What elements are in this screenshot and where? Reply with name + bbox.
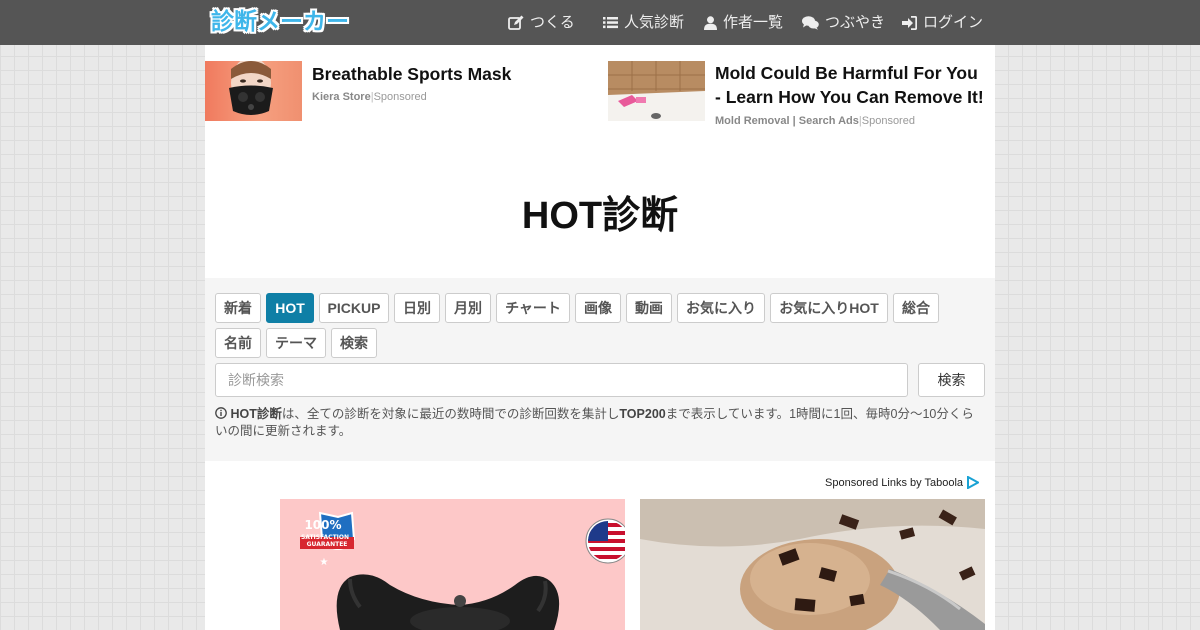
site-logo[interactable]: 診断メーカー [211,6,349,38]
nav-create-label: つくる [530,13,575,31]
nav-tweets[interactable]: つぶやき [802,0,885,45]
tab-search[interactable]: 検索 [331,328,377,358]
promo-icecream-thumbnail[interactable] [640,499,985,630]
tab-theme[interactable]: テーマ [266,328,326,358]
svg-text:★: ★ [320,557,329,568]
nav-login[interactable]: ログイン [902,0,983,45]
ad-source-name: Mold Removal | Search Ads [715,115,859,127]
nav-popular-label: 人気診断 [624,13,685,31]
ad-thumb-mold[interactable] [608,61,705,121]
nav-authors-label: 作者一覧 [723,13,784,31]
tab-hot[interactable]: HOT [266,293,314,323]
main-content: Breathable Sports Mask Kiera Store|Spons… [205,45,995,630]
taboola-icon [967,476,980,489]
ad-source: Mold Removal | Search Ads|Sponsored [715,115,915,127]
ad-source: Kiera Store|Sponsored [312,91,427,103]
info-bold-hot: HOT診断 [230,407,282,421]
ad-title[interactable]: Breathable Sports Mask [312,62,592,86]
nav-authors[interactable]: 作者一覧 [704,0,783,45]
tab-image[interactable]: 画像 [575,293,621,323]
tab-pickup[interactable]: PICKUP [319,293,389,323]
search-button[interactable]: 検索 [918,363,985,397]
ranking-panel: 新着 HOT PICKUP 日別 月別 チャート 画像 動画 お気に入り お気に… [205,278,995,461]
nav-login-label: ログイン [923,13,984,31]
tab-video[interactable]: 動画 [626,293,672,323]
nav-tweets-label: つぶやき [825,13,886,31]
tab-daily[interactable]: 日別 [394,293,440,323]
user-icon [704,15,717,30]
edit-icon [508,15,524,30]
ad-sports-mask[interactable]: Breathable Sports Mask Kiera Store|Spons… [205,61,595,123]
top-navbar: 診断メーカー つくる 人気診断 作者一覧 つぶやき ログイン [0,0,1200,45]
tab-overall[interactable]: 総合 [893,293,939,323]
tab-new[interactable]: 新着 [215,293,261,323]
tab-favorites-hot[interactable]: お気に入りHOT [770,293,888,323]
ad-sponsored-tag: Sponsored [861,115,915,127]
search-input[interactable] [215,363,908,397]
ad-title-line-2: - Learn How You Can Remove It! [715,87,984,107]
sign-in-icon [902,15,917,30]
ad-thumb-mask[interactable] [205,61,302,121]
sponsored-links-text: Sponsored Links by Taboola [825,476,964,489]
tab-favorites[interactable]: お気に入り [677,293,765,323]
ad-title-line-1: Mold Could Be Harmful For You [715,63,978,83]
ad-mold-removal[interactable]: Mold Could Be Harmful For You - Learn Ho… [608,61,995,131]
badge-percent: 100% [304,518,341,532]
tab-name[interactable]: 名前 [215,328,261,358]
ad-sponsored-tag: Sponsored [373,91,427,103]
ad-title[interactable]: Mold Could Be Harmful For You - Learn Ho… [715,61,1000,109]
tab-monthly[interactable]: 月別 [445,293,491,323]
info-text-1: は、全ての診断を対象に最近の数時間での診断回数を集計し [281,407,620,421]
tab-chart[interactable]: チャート [496,293,570,323]
ad-source-name: Kiera Store [312,91,371,103]
badge-guarantee: GUARANTEE [307,541,348,548]
promo-mask-thumbnail[interactable]: 100% SATISFACTION GUARANTEE ★ [280,499,625,630]
info-bold-top200: TOP200 [619,407,666,421]
badge-satisfaction: SATISFACTION [301,534,349,541]
comments-icon [802,15,819,30]
list-icon [603,17,618,29]
nav-popular[interactable]: 人気診断 [603,0,684,45]
info-circle-icon [215,407,227,419]
page-title: HOT診断 [521,195,679,237]
sponsored-links-label[interactable]: Sponsored Links by Taboola [825,476,985,489]
hot-info-text: HOT診断は、全ての診断を対象に最近の数時間での診断回数を集計しTOP200まで… [215,406,985,440]
nav-create[interactable]: つくる [508,0,575,45]
